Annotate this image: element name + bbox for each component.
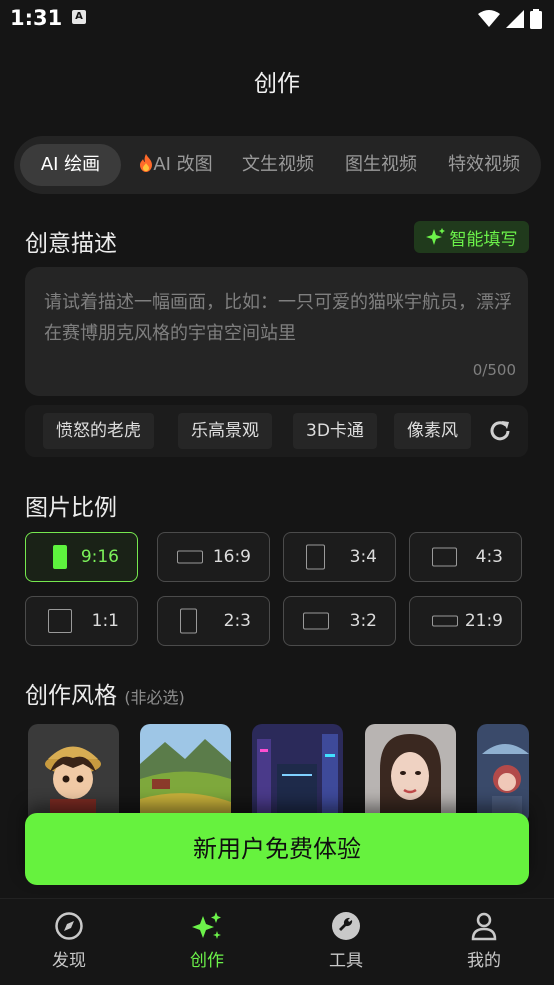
ratio-title: 图片比例 [25, 495, 117, 521]
ratio-label: 9:16 [80, 547, 119, 567]
ratio-shape-icon [306, 544, 325, 570]
ratio-shape-icon [53, 545, 67, 569]
style-thumb-cyberpunk[interactable] [252, 724, 343, 824]
nav-label: 创作 [190, 951, 224, 971]
sparkle-icon [425, 228, 445, 245]
ratio-label: 1:1 [91, 611, 119, 631]
status-time: 1:31 [10, 6, 63, 30]
ratio-shape-icon [180, 608, 197, 634]
ratio-option-3-4[interactable]: 3:4 [283, 532, 396, 582]
notification-icon: A [72, 10, 86, 24]
nav-label: 发现 [52, 951, 86, 971]
ratio-option-1-1[interactable]: 1:1 [25, 596, 138, 646]
ratio-shape-icon [48, 609, 72, 633]
nav-profile[interactable]: 我的 [444, 911, 524, 971]
wrench-icon [332, 912, 360, 940]
tab-label: 文生视频 [242, 154, 314, 175]
status-bar: 1:31 A [0, 0, 554, 38]
suggestion-chip[interactable]: 3D卡通 [293, 413, 377, 449]
char-counter: 0/500 [472, 361, 516, 379]
ratio-shape-icon [303, 612, 329, 630]
refresh-icon[interactable] [487, 418, 513, 444]
tab-label: 图生视频 [345, 154, 417, 175]
tab-ai-paint[interactable]: AI 绘画 [20, 144, 121, 186]
tab-effect-video[interactable]: 特效视频 [438, 144, 530, 186]
ratio-label: 16:9 [212, 547, 251, 567]
style-image [252, 724, 343, 824]
free-trial-button[interactable]: 新用户免费体验 [25, 813, 529, 885]
mode-tabs: AI 绘画 AI 改图 文生视频 图生视频 特效视频 [14, 136, 541, 194]
style-subtitle: (非必选) [124, 688, 185, 707]
style-image [140, 724, 231, 824]
suggestion-chip[interactable]: 愤怒的老虎 [43, 413, 154, 449]
fire-icon [140, 154, 153, 172]
ratio-option-9-16[interactable]: 9:16 [25, 532, 138, 582]
style-image [365, 724, 456, 824]
tab-ai-edit[interactable]: AI 改图 [126, 144, 226, 186]
style-title: 创作风格 (非必选) [25, 676, 185, 710]
signal-icon [506, 10, 524, 28]
compass-icon [55, 912, 83, 940]
battery-icon [530, 9, 542, 29]
sparkle-icon [192, 912, 221, 939]
ratio-shape-icon [432, 615, 458, 627]
tab-label: 特效视频 [448, 154, 520, 175]
smart-fill-button[interactable]: 智能填写 [414, 221, 529, 253]
tab-image-video[interactable]: 图生视频 [335, 144, 427, 186]
ratio-label: 21:9 [464, 611, 503, 631]
ratio-label: 3:2 [349, 611, 377, 631]
nav-discover[interactable]: 发现 [29, 911, 109, 971]
ratio-label: 3:4 [349, 547, 377, 567]
style-thumb-landscape[interactable] [140, 724, 231, 824]
suggestion-chip[interactable]: 乐高景观 [178, 413, 272, 449]
nav-label: 工具 [329, 951, 363, 971]
nav-tools[interactable]: 工具 [306, 911, 386, 971]
suggestion-bar: 愤怒的老虎 乐高景观 3D卡通 像素风 [25, 405, 528, 457]
nav-create[interactable]: 创作 [167, 911, 247, 971]
suggestion-chip[interactable]: 像素风 [394, 413, 471, 449]
ratio-shape-icon [177, 550, 203, 564]
description-placeholder: 请试着描述一幅画面，比如：一只可爱的猫咪宇航员，漂浮在赛博朋克风格的宇宙空间站里 [44, 292, 512, 344]
style-image [477, 724, 529, 824]
tab-label: AI 改图 [153, 154, 213, 175]
style-thumb-portrait[interactable] [365, 724, 456, 824]
description-title: 创意描述 [25, 231, 117, 257]
style-thumb-cartoon[interactable] [28, 724, 119, 824]
ratio-label: 4:3 [475, 547, 503, 567]
tab-label: AI 绘画 [40, 154, 101, 175]
wifi-icon [478, 10, 500, 27]
bottom-nav: 发现 创作 工具 我的 [0, 898, 554, 985]
ratio-option-3-2[interactable]: 3:2 [283, 596, 396, 646]
smart-fill-label: 智能填写 [449, 229, 518, 250]
ratio-option-4-3[interactable]: 4:3 [409, 532, 522, 582]
ratio-option-21-9[interactable]: 21:9 [409, 596, 522, 646]
style-image [28, 724, 119, 824]
nav-label: 我的 [467, 951, 501, 971]
page-title: 创作 [254, 71, 300, 97]
tab-text-video[interactable]: 文生视频 [232, 144, 324, 186]
style-title-text: 创作风格 [25, 683, 117, 709]
ratio-label: 2:3 [223, 611, 251, 631]
style-thumb-anime[interactable] [477, 724, 529, 824]
ratio-option-16-9[interactable]: 16:9 [157, 532, 270, 582]
ratio-shape-icon [432, 547, 457, 567]
status-icons [478, 9, 542, 29]
description-input[interactable]: 请试着描述一幅画面，比如：一只可爱的猫咪宇航员，漂浮在赛博朋克风格的宇宙空间站里… [25, 267, 528, 396]
ratio-option-2-3[interactable]: 2:3 [157, 596, 270, 646]
person-icon [471, 912, 497, 941]
